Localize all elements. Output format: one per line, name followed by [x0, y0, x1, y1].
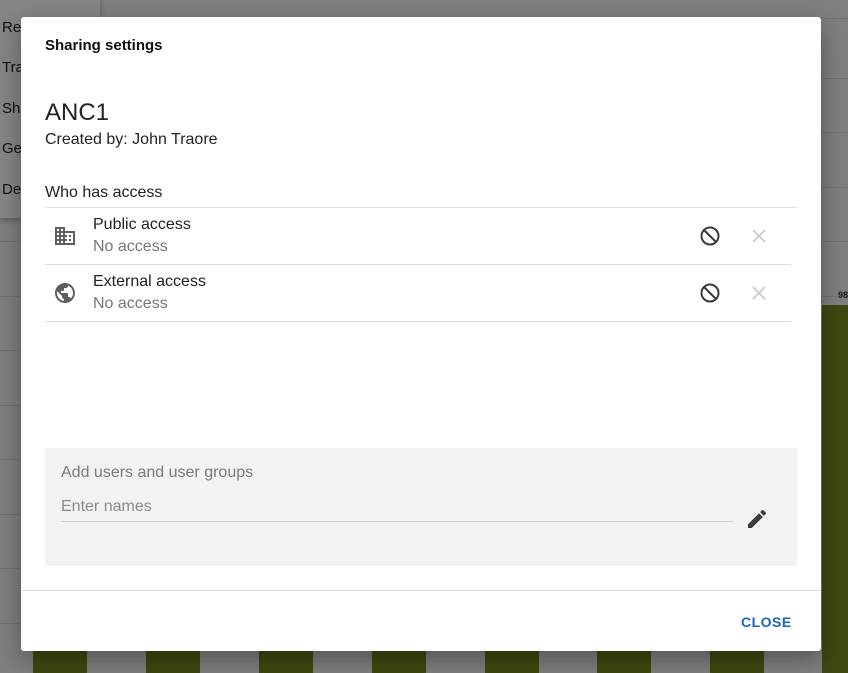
created-by-label: Created by:: [45, 131, 128, 148]
close-icon[interactable]: [747, 281, 771, 305]
access-row-external: External access No access: [45, 265, 791, 322]
object-name: ANC1: [45, 99, 110, 126]
access-level: No access: [93, 295, 168, 312]
footer-divider: [21, 590, 821, 591]
add-users-panel: Add users and user groups: [45, 448, 797, 566]
building-icon: [55, 227, 75, 245]
enter-names-input[interactable]: [61, 492, 733, 522]
access-level: No access: [93, 238, 168, 255]
access-heading: Who has access: [45, 184, 163, 201]
access-list: Public access No access External access …: [45, 207, 797, 322]
globe-icon: [55, 283, 75, 303]
close-button[interactable]: CLOSE: [733, 610, 800, 634]
no-access-icon[interactable]: [698, 224, 722, 248]
add-users-title: Add users and user groups: [61, 464, 254, 481]
no-access-icon[interactable]: [698, 281, 722, 305]
access-row-public: Public access No access: [45, 208, 791, 265]
dialog-title: Sharing settings: [45, 37, 163, 54]
pencil-icon[interactable]: [745, 507, 769, 531]
close-icon[interactable]: [747, 224, 771, 248]
created-by: Created by: John Traore: [45, 131, 218, 149]
created-by-name: John Traore: [132, 131, 218, 148]
access-title: Public access: [93, 216, 191, 233]
access-title: External access: [93, 273, 206, 290]
sharing-settings-dialog: Sharing settings ANC1 Created by: John T…: [21, 17, 821, 651]
